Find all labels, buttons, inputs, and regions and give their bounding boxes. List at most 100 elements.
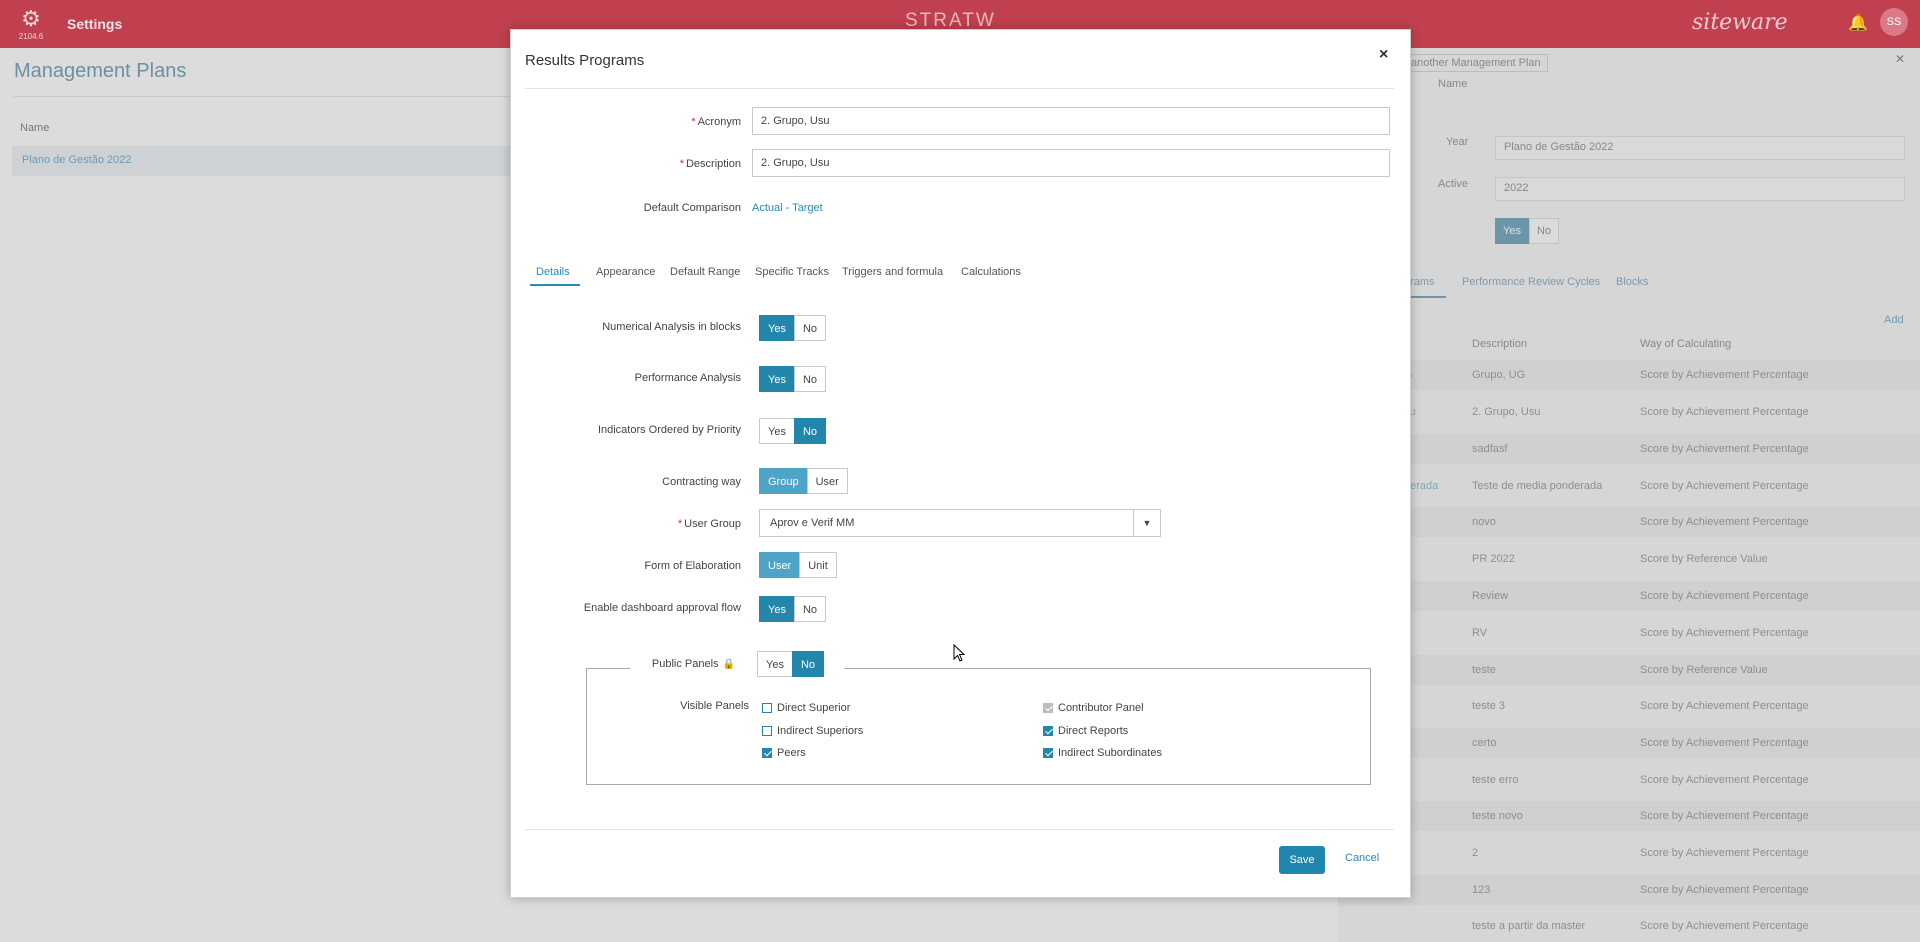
table-row[interactable]: su2. Grupo, UsuScore by Achievement Perc… <box>1338 397 1920 427</box>
row-description: 2 <box>1472 847 1479 859</box>
save-button[interactable]: Save <box>1279 846 1325 874</box>
performance-analysis-toggle[interactable]: Yes No <box>759 366 827 392</box>
table-row[interactable]: 123 Score by Achievement Percentage <box>1338 875 1920 905</box>
table-row[interactable]: teste erro Score by Achievement Percentag… <box>1338 765 1920 795</box>
toggle-no[interactable]: No <box>793 596 827 622</box>
description-label: * Description <box>571 158 741 170</box>
avatar[interactable]: SS <box>1880 8 1908 36</box>
numerical-analysis-toggle[interactable]: Yes No <box>759 315 827 341</box>
checkbox-indirect-subordinates[interactable]: Indirect Subordinates <box>1043 747 1162 759</box>
year-field[interactable]: 2022 <box>1495 177 1905 201</box>
cancel-button[interactable]: Cancel <box>1345 852 1379 864</box>
active-toggle[interactable]: Yes No <box>1495 218 1560 244</box>
tab-specific-tracks[interactable]: Specific Tracks <box>755 266 829 278</box>
visible-panels-label: Visible Panels <box>680 700 749 712</box>
user-group-select[interactable]: Aprov e Verif MM ▼ <box>759 509 1161 537</box>
tab-performance-review-cycles[interactable]: Performance Review Cycles <box>1462 276 1600 288</box>
row-description: 2. Grupo, Usu <box>1472 406 1541 418</box>
user-group-value: Aprov e Verif MM <box>770 517 855 529</box>
row-description: teste 3 <box>1472 700 1506 712</box>
row-description: teste a partir da master <box>1472 920 1586 932</box>
table-row[interactable]: derada Teste de media ponderada Score by A… <box>1338 471 1920 501</box>
row-way: Score by Achievement Percentage <box>1640 700 1809 712</box>
row-way: Score by Achievement Percentage <box>1640 920 1809 932</box>
close-icon[interactable]: ✕ <box>1893 52 1907 66</box>
table-row[interactable]: PR 2022 Score by Reference Value <box>1338 544 1920 574</box>
description-field[interactable] <box>752 149 1390 177</box>
bell-icon[interactable]: 🔔 <box>1848 13 1868 33</box>
toggle-yes[interactable]: Yes <box>1495 218 1529 244</box>
table-row[interactable]: Review Score by Achievement Percentage <box>1338 581 1920 611</box>
toggle-no[interactable]: No <box>793 315 827 341</box>
toggle-no[interactable]: No <box>793 366 827 392</box>
close-icon[interactable]: × <box>1379 46 1388 64</box>
table-row[interactable]: teste 3 Score by Achievement Percentage <box>1338 691 1920 721</box>
another-plan-button[interactable]: another Management Plan <box>1404 54 1548 72</box>
acronym-field[interactable] <box>752 107 1390 135</box>
tab-default-range[interactable]: Default Range <box>670 266 740 278</box>
row-description: Grupo, UG <box>1472 369 1526 381</box>
checkbox[interactable] <box>1043 726 1053 736</box>
row-way: Score by Achievement Percentage <box>1640 406 1809 418</box>
divider <box>14 96 514 97</box>
table-row[interactable]: certo Score by Achievement Percentage <box>1338 728 1920 758</box>
checkbox[interactable] <box>762 726 772 736</box>
table-row[interactable]: teste Score by Reference Value <box>1338 655 1920 685</box>
toggle-yes[interactable]: Yes <box>759 596 795 622</box>
row-description: sadfasf <box>1472 443 1508 455</box>
table-row[interactable]: Plano de Gestão 2022 <box>12 146 512 176</box>
user-group-label-text: User Group <box>684 518 741 530</box>
toggle-no[interactable]: No <box>793 418 827 444</box>
table-row[interactable]: novo Score by Achievement Percentage <box>1338 507 1920 537</box>
table-row[interactable]: d2Score by Achievement Percentage <box>1338 838 1920 868</box>
plan-name-field[interactable]: Plano de Gestão 2022 <box>1495 136 1905 160</box>
toggle-no[interactable]: No <box>1528 218 1560 244</box>
table-row[interactable]: RV Score by Achievement Percentage <box>1338 618 1920 648</box>
toggle-user[interactable]: User <box>806 468 848 494</box>
contracting-way-toggle[interactable]: Group User <box>759 468 848 494</box>
gear-icon: ⚙ <box>21 6 41 31</box>
table-row[interactable]: teste a partir da master Score by Achieve… <box>1338 911 1920 941</box>
checkbox[interactable] <box>762 748 772 758</box>
toggle-yes[interactable]: Yes <box>759 366 795 392</box>
toggle-yes[interactable]: Yes <box>757 651 793 677</box>
checkbox[interactable] <box>762 703 772 713</box>
dashboard-approval-toggle[interactable]: Yes No <box>759 596 827 622</box>
toggle-unit[interactable]: Unit <box>799 552 837 578</box>
settings-menu[interactable]: ⚙ 2104.6 <box>18 8 44 44</box>
indicators-ordered-label: Indicators Ordered by Priority <box>597 424 741 436</box>
public-panels-label: Public Panels 🔒 <box>611 658 735 670</box>
table-row[interactable]: sadfasf Score by Achievement Percentage <box>1338 434 1920 464</box>
siteware-logo: siteware <box>1692 10 1788 35</box>
checkbox-label: Indirect Superiors <box>777 725 864 737</box>
default-comparison-link[interactable]: Actual - Target <box>752 202 823 214</box>
add-link[interactable]: Add <box>1884 314 1904 326</box>
toggle-group[interactable]: Group <box>759 468 808 494</box>
tab-blocks[interactable]: Blocks <box>1616 276 1648 288</box>
toggle-yes[interactable]: Yes <box>759 315 795 341</box>
plan-name[interactable]: Plano de Gestão 2022 <box>22 154 131 166</box>
checkbox-indirect-superiors[interactable]: Indirect Superiors <box>762 725 863 737</box>
tab-appearance[interactable]: Appearance <box>596 266 655 278</box>
checkbox-direct-reports[interactable]: Direct Reports <box>1043 725 1128 737</box>
table-row[interactable]: teste novo Score by Achievement Percentag… <box>1338 801 1920 831</box>
results-programs-modal: Results Programs × *Acronym *Description… <box>510 29 1411 898</box>
row-way: Score by Achievement Percentage <box>1640 516 1809 528</box>
tab-calculations[interactable]: Calculations <box>961 266 1021 278</box>
modal-title: Results Programs <box>525 52 645 69</box>
table-row[interactable]: GGrupo, UGScore by Achievement Percentag… <box>1338 360 1920 390</box>
checkbox-peers[interactable]: Peers <box>762 747 806 759</box>
tab-details[interactable]: Details <box>536 266 570 278</box>
toggle-no[interactable]: No <box>791 651 825 677</box>
public-panels-toggle[interactable]: Yes No <box>757 651 825 677</box>
chevron-down-icon[interactable]: ▼ <box>1133 510 1160 536</box>
form-of-elaboration-toggle[interactable]: User Unit <box>759 552 837 578</box>
checkbox-direct-superior[interactable]: Direct Superior <box>762 702 850 714</box>
checkbox[interactable] <box>1043 748 1053 758</box>
row-description: PR 2022 <box>1472 553 1515 565</box>
tab-triggers-and-formula[interactable]: Triggers and formula <box>842 266 943 278</box>
toggle-user[interactable]: User <box>759 552 801 578</box>
row-way: Score by Achievement Percentage <box>1640 627 1809 639</box>
indicators-ordered-toggle[interactable]: Yes No <box>759 418 827 444</box>
toggle-yes[interactable]: Yes <box>759 418 795 444</box>
